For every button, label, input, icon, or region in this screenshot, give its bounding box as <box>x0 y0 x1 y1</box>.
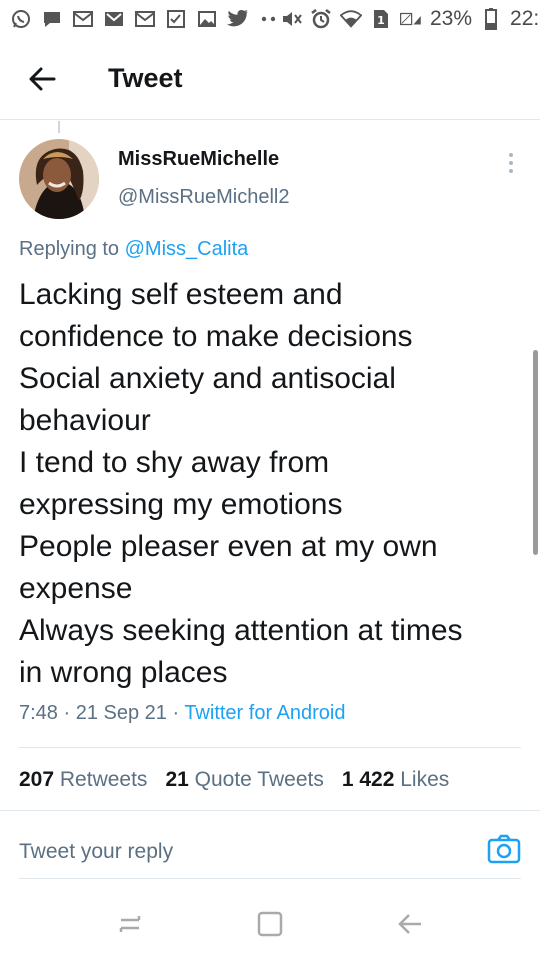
scrollbar[interactable] <box>533 350 538 555</box>
tweet-line: confidence to make decisions <box>19 320 413 353</box>
tweet-line: expressing my emotions <box>19 488 343 521</box>
vertical-dots-icon <box>509 153 513 173</box>
divider <box>0 810 540 811</box>
retweets-count: 207 <box>19 768 55 791</box>
likes-stat[interactable]: 1 422 Likes <box>342 768 449 792</box>
tweet-line: I tend to shy away from <box>19 446 330 479</box>
gmail-icon <box>103 8 125 30</box>
display-name[interactable]: MissRueMichelle <box>118 148 279 171</box>
avatar[interactable] <box>19 139 99 219</box>
wifi-icon <box>340 8 362 30</box>
recents-button[interactable] <box>105 899 155 949</box>
likes-label: Likes <box>400 768 450 791</box>
gmail-icon <box>72 8 94 30</box>
navigation-bar <box>0 888 540 960</box>
whatsapp-icon <box>10 8 32 30</box>
top-app-bar: Tweet <box>0 38 540 120</box>
svg-text:1: 1 <box>377 14 385 27</box>
camera-button[interactable] <box>487 832 521 866</box>
gmail-icon <box>134 8 156 30</box>
sim-icon: 1 <box>370 8 392 30</box>
tweet-body: Lacking self esteem and confidence to ma… <box>19 274 529 694</box>
quote-tweets-label: Quote Tweets <box>194 768 324 791</box>
quote-tweets-stat[interactable]: 21 Quote Tweets <box>165 768 323 792</box>
tweet-meta: 7:48 · 21 Sep 21 · Twitter for Android <box>19 702 346 725</box>
profile-photo <box>19 139 99 219</box>
reply-placeholder: Tweet your reply <box>19 840 174 863</box>
retweets-stat[interactable]: 207 Retweets <box>19 768 147 792</box>
mute-icon <box>280 8 302 30</box>
tweet-line: Always seeking attention at times <box>19 614 463 647</box>
checkbox-icon <box>165 8 187 30</box>
page-title: Tweet <box>108 63 183 93</box>
back-nav-button[interactable] <box>385 899 435 949</box>
retweets-label: Retweets <box>59 768 148 791</box>
more-options-button[interactable] <box>496 148 526 178</box>
likes-count: 1 422 <box>341 768 395 791</box>
tweet-line: expense <box>19 572 133 605</box>
back-nav-icon <box>398 914 421 934</box>
gallery-icon <box>196 8 218 30</box>
replying-to: Replying to @Miss_Calita <box>19 238 248 261</box>
home-button[interactable] <box>245 899 295 949</box>
thread-connector <box>58 121 60 133</box>
tweet-line: Social anxiety and antisocial <box>19 362 396 395</box>
tweet-line: People pleaser even at my own <box>19 530 438 563</box>
twitter-icon <box>227 8 249 30</box>
signal-icon <box>400 8 422 30</box>
status-bar: 1 23% 22:02 <box>0 0 540 38</box>
user-handle[interactable]: @MissRueMichell2 <box>118 186 289 209</box>
tweet-source-link[interactable]: Twitter for Android <box>184 702 345 724</box>
recents-icon <box>119 916 141 932</box>
tweet-line: Lacking self esteem and <box>19 278 343 311</box>
back-arrow-icon <box>29 67 56 90</box>
back-button[interactable] <box>0 38 84 120</box>
divider <box>19 747 521 748</box>
clock: 22:02 <box>510 7 540 30</box>
battery-percent: 23% <box>430 7 473 30</box>
mention-link[interactable]: @Miss_Calita <box>125 238 249 260</box>
alarm-icon <box>310 8 332 30</box>
home-icon <box>257 911 283 937</box>
notification-icons <box>10 8 280 30</box>
tweet-line: behaviour <box>19 404 151 437</box>
tweet-stats: 207 Retweets 21 Quote Tweets 1 422 Likes <box>19 768 449 792</box>
tweet-line: in wrong places <box>19 656 228 689</box>
system-icons: 1 23% 22:02 <box>280 7 540 31</box>
camera-icon <box>487 834 521 864</box>
more-dots-icon <box>258 8 280 30</box>
replying-to-label: Replying to <box>19 238 125 260</box>
message-icon <box>41 8 63 30</box>
divider <box>19 878 521 879</box>
tweet-timestamp: 7:48 · 21 Sep 21 · <box>19 702 185 724</box>
battery-icon <box>480 8 502 30</box>
quote-tweets-count: 21 <box>165 768 189 791</box>
reply-input[interactable]: Tweet your reply <box>19 828 521 876</box>
